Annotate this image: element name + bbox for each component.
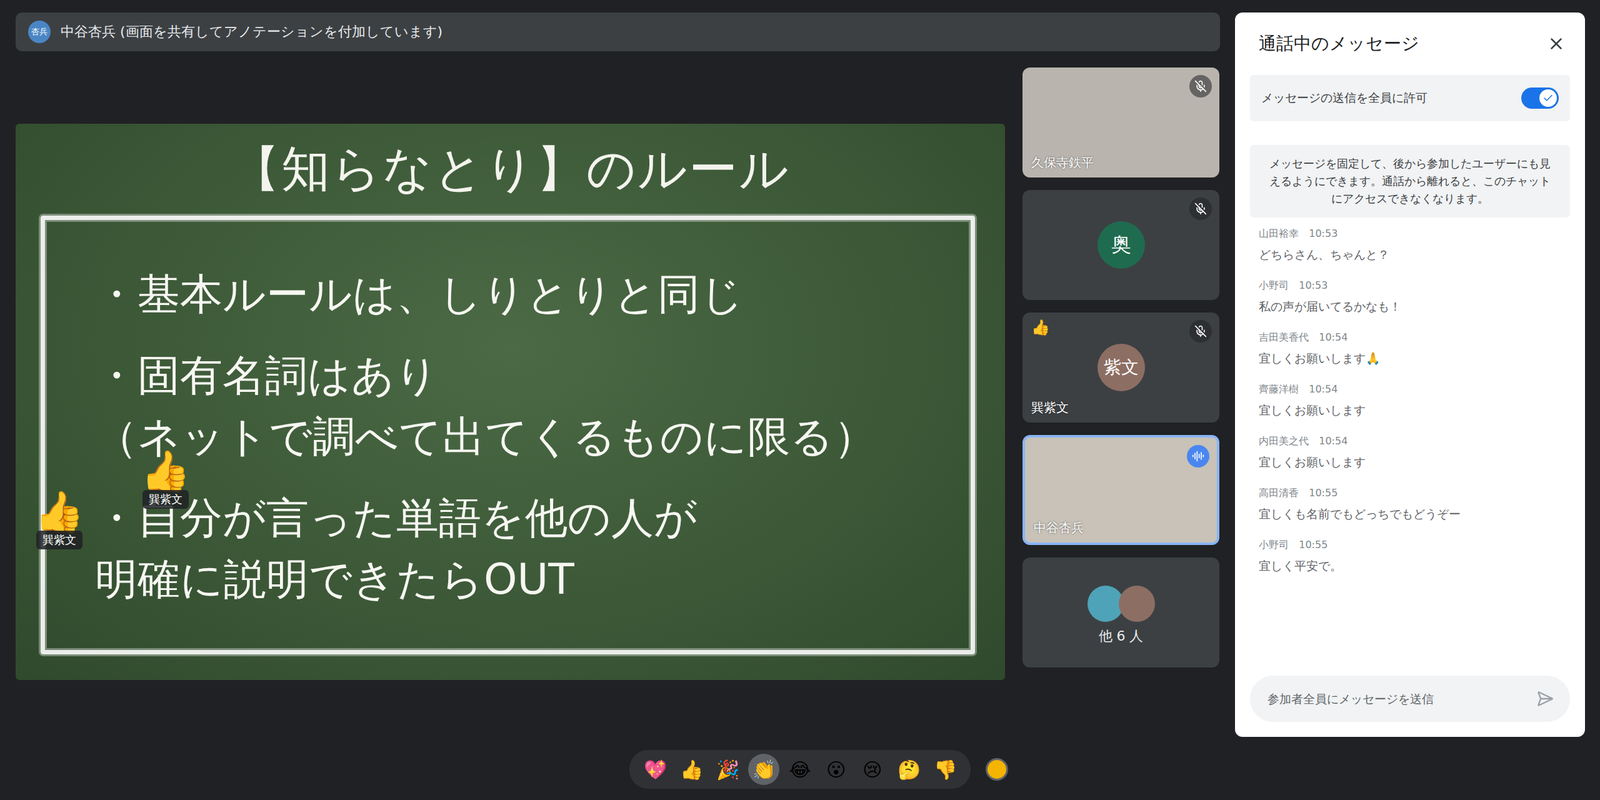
- bullet-line: 明確に説明できたらOUT: [95, 548, 946, 610]
- reaction-button[interactable]: 💖: [639, 753, 671, 785]
- message-text: 宜しく平安で。: [1258, 558, 1562, 575]
- message-text: 私の声が届いてるかなも！: [1258, 298, 1562, 315]
- annotation-sticker[interactable]: 👍巽紫文: [34, 489, 85, 550]
- bullet-line: ・固有名詞はあり: [95, 345, 946, 407]
- speaking-icon: [1186, 445, 1210, 468]
- presenter-label: 中谷杏兵 (画面を共有してアノテーションを付加しています): [60, 22, 443, 42]
- participant-tiles: 久保寺鉄平奥 👍 紫文巽紫文中谷杏兵他 6 人: [1022, 67, 1220, 739]
- participant-avatar: 紫文: [1097, 343, 1145, 392]
- chat-message: 小野司 10:53 私の声が届いてるかなも！: [1258, 279, 1562, 315]
- message-input[interactable]: [1266, 691, 1525, 707]
- group-avatars: [1087, 585, 1155, 622]
- shared-slide: 【知らなとり】のルール・基本ルールは、しりとりと同じ・固有名詞はあり（ネットで調…: [15, 123, 1005, 680]
- message-list: 山田裕幸 10:53 どちらさん、ちゃんと？ 小野司 10:53 私の声が届いてるかな…: [1250, 217, 1570, 676]
- reaction-row: 💖👍🎉👏😂😮😢🤔👎: [0, 738, 1600, 800]
- message-text: 宜しくお願いします🙏: [1258, 350, 1562, 367]
- participant-tile[interactable]: 他 6 人: [1022, 557, 1220, 668]
- message-text: どちらさん、ちゃんと？: [1258, 246, 1562, 264]
- reaction-button[interactable]: 🎉: [711, 753, 744, 785]
- skin-tone-button[interactable]: [985, 758, 1009, 781]
- chat-message: 内田美之代 10:54 宜しくお願いします: [1258, 435, 1562, 471]
- stage-column: 杏兵中谷杏兵 (画面を共有してアノテーションを付加しています) 【知らなとり】のル…: [15, 12, 1220, 739]
- participant-name: 中谷杏兵: [1033, 519, 1084, 537]
- reaction-button[interactable]: 👍: [675, 753, 707, 785]
- allow-all-switch[interactable]: [1521, 87, 1559, 109]
- bullet-line: ・自分が言った単語を他の人が: [95, 487, 946, 549]
- chat-message: 小野司 10:55 宜しく平安で。: [1258, 538, 1562, 575]
- allow-all-row: メッセージの送信を全員に許可: [1250, 75, 1570, 122]
- slide-title: 【知らなとり】のルール: [15, 123, 1005, 216]
- participant-name: 久保寺鉄平: [1031, 154, 1094, 172]
- reaction-button[interactable]: 👏: [748, 753, 780, 785]
- participant-avatar: 奥: [1097, 221, 1145, 269]
- thumbs-up-icon: 👍: [140, 448, 191, 494]
- message-meta: 小野司 10:53: [1258, 279, 1562, 293]
- bullet-line: ・基本ルールは、しりとりと同じ: [95, 263, 946, 325]
- reaction-button[interactable]: 👎: [929, 753, 961, 785]
- chat-info: メッセージを固定して、後から参加したユーザーにも見えるようにできます。通話から離…: [1250, 145, 1570, 218]
- reaction-bar: 💖👍🎉👏😂😮😢🤔👎: [629, 750, 971, 789]
- slide-bullet: ・自分が言った単語を他の人が明確に説明できたらOUT: [95, 487, 946, 610]
- bullet-line: （ネットで調べて出てくるものに限る）: [95, 406, 946, 468]
- check-icon: [1542, 92, 1554, 104]
- chat-header: 通話中のメッセージ: [1250, 12, 1570, 75]
- annotation-author: 巽紫文: [142, 490, 189, 509]
- participant-tile[interactable]: 👍 紫文巽紫文: [1022, 312, 1220, 423]
- send-icon[interactable]: [1532, 689, 1558, 709]
- message-input-box: [1250, 675, 1570, 722]
- message-text: 宜しくお願いします: [1258, 402, 1562, 419]
- main-area: 杏兵中谷杏兵 (画面を共有してアノテーションを付加しています) 【知らなとり】のル…: [0, 0, 1600, 739]
- mic-off-icon: [1189, 75, 1212, 98]
- close-icon[interactable]: [1542, 30, 1570, 58]
- presenter-bar: 杏兵中谷杏兵 (画面を共有してアノテーションを付加しています): [15, 12, 1220, 52]
- slide-bullet: ・基本ルールは、しりとりと同じ: [95, 263, 946, 325]
- chat-message: 吉田美香代 10:54 宜しくお願いします🙏: [1258, 331, 1562, 367]
- participant-tile[interactable]: 奥: [1022, 190, 1220, 300]
- allow-all-label: メッセージの送信を全員に許可: [1261, 90, 1428, 107]
- reaction-button[interactable]: 😂: [784, 753, 816, 785]
- switch-knob: [1539, 89, 1557, 107]
- chat-message: 山田裕幸 10:53 どちらさん、ちゃんと？: [1258, 227, 1562, 264]
- message-meta: 齊藤洋樹 10:54: [1258, 383, 1562, 397]
- chat-panel: 通話中のメッセージメッセージの送信を全員に許可メッセージを固定して、後から参加し…: [1235, 12, 1585, 737]
- reaction-button[interactable]: 😢: [856, 753, 889, 785]
- message-meta: 吉田美香代 10:54: [1258, 331, 1562, 345]
- slide-area: 【知らなとり】のルール・基本ルールは、しりとりと同じ・固有名詞はあり（ネットで調…: [15, 67, 1005, 739]
- participant-tile[interactable]: 久保寺鉄平: [1022, 67, 1220, 178]
- participant-avatar: [1118, 585, 1155, 622]
- mic-off-icon: [1189, 320, 1212, 343]
- annotation-sticker[interactable]: 👍巽紫文: [140, 448, 191, 509]
- chat-title: 通話中のメッセージ: [1258, 31, 1420, 56]
- reaction-button[interactable]: 😮: [820, 753, 852, 785]
- stage-row: 【知らなとり】のルール・基本ルールは、しりとりと同じ・固有名詞はあり（ネットで調…: [15, 67, 1220, 739]
- presenter-avatar: 杏兵: [28, 20, 51, 44]
- message-meta: 高田清香 10:55: [1258, 486, 1562, 500]
- participant-name: 巽紫文: [1031, 399, 1069, 417]
- chat-message: 齊藤洋樹 10:54 宜しくお願いします: [1258, 383, 1562, 419]
- participant-avatar: [1087, 585, 1124, 622]
- chalk-frame: ・基本ルールは、しりとりと同じ・固有名詞はあり（ネットで調べて出てくるものに限る…: [40, 215, 975, 655]
- mic-off-icon: [1189, 197, 1212, 220]
- meet-page: 杏兵中谷杏兵 (画面を共有してアノテーションを付加しています) 【知らなとり】のル…: [0, 0, 1600, 800]
- participant-tile[interactable]: 中谷杏兵: [1022, 435, 1220, 545]
- others-count: 他 6 人: [1098, 626, 1144, 646]
- reaction-button[interactable]: 🤔: [893, 753, 925, 785]
- slide-bullet: ・固有名詞はあり（ネットで調べて出てくるものに限る）: [95, 345, 946, 468]
- message-text: 宜しくも名前でもどっちでもどうぞー: [1258, 506, 1562, 523]
- annotation-author: 巽紫文: [36, 530, 83, 550]
- thumbs-up-icon: 👍: [34, 489, 85, 535]
- message-meta: 小野司 10:55: [1258, 538, 1562, 552]
- message-text: 宜しくお願いします: [1258, 454, 1562, 471]
- message-meta: 内田美之代 10:54: [1258, 435, 1562, 449]
- reaction-badge: 👍: [1031, 318, 1050, 337]
- message-meta: 山田裕幸 10:53: [1258, 227, 1562, 241]
- chat-message: 高田清香 10:55 宜しくも名前でもどっちでもどうぞー: [1258, 486, 1562, 523]
